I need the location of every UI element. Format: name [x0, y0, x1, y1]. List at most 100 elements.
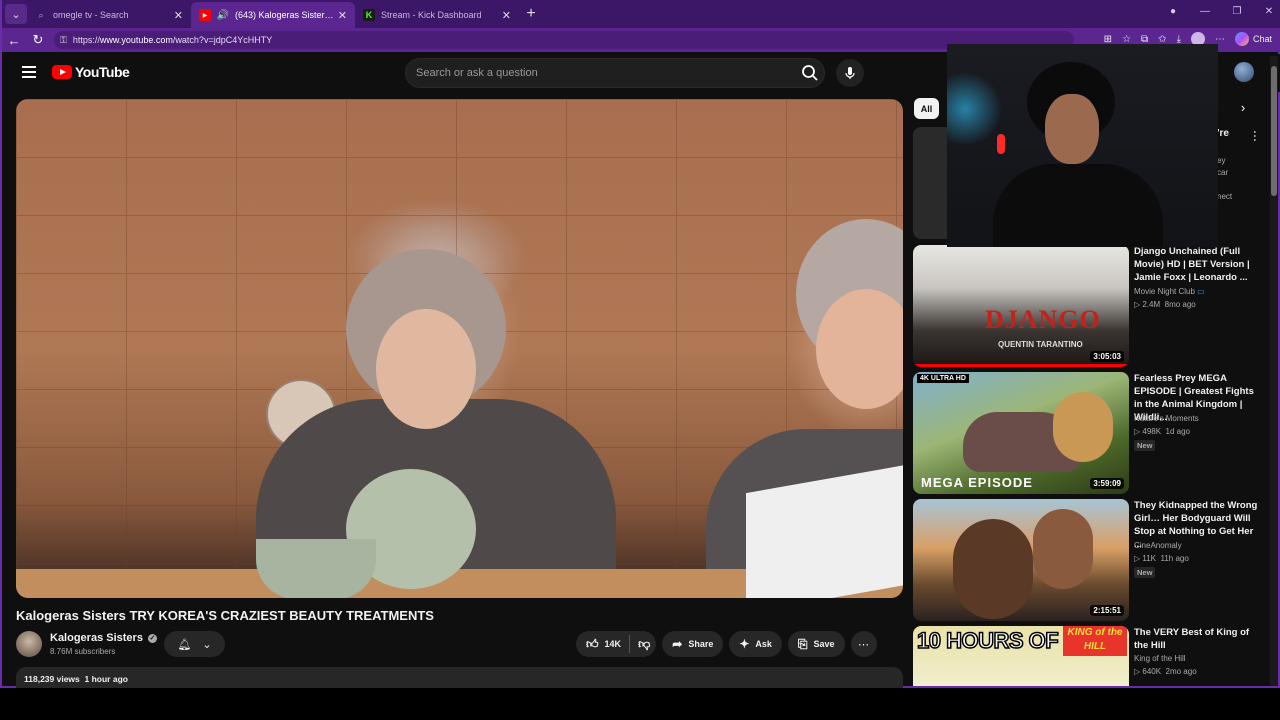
bookmark-icon: ⎘	[797, 636, 808, 651]
copilot-chat-button[interactable]: Chat	[1234, 32, 1272, 46]
recommendation-item[interactable]: 2:15:51 They Kidnapped the Wrong Girl… H…	[913, 499, 1258, 621]
video-thumbnail[interactable]: 4K ULTRA HD MEGA EPISODE 3:59:09	[913, 372, 1129, 494]
subscription-notifications-button[interactable]: 🔔︎ ⌄	[164, 631, 225, 657]
channel-avatar[interactable]	[16, 631, 42, 657]
recommendation-item[interactable]: 10 HOURS OF KING of the HILL The VERY Be…	[913, 626, 1258, 686]
search-button[interactable]	[796, 59, 824, 87]
tab-actions-menu[interactable]: ⌄	[5, 4, 27, 24]
search-input[interactable]: Search or ask a question	[405, 58, 825, 88]
video-thumbnail[interactable]: 2:15:51	[913, 499, 1129, 621]
tab-omegle-search[interactable]: ⌕ omegle tv - Search ✕	[27, 2, 191, 28]
recommendation-meta: ▷ 2.4M 8mo ago	[1134, 300, 1196, 309]
sparkle-icon: ✦	[739, 637, 750, 651]
microphone-icon	[845, 67, 855, 79]
tab-kick-dashboard[interactable]: K Stream - Kick Dashboard ✕	[355, 2, 519, 28]
page-scrollbar[interactable]	[1270, 56, 1278, 686]
new-badge: New	[1134, 567, 1156, 578]
upload-age: 11h ago	[1160, 554, 1189, 563]
favorites-icon[interactable]: ✩	[1158, 34, 1166, 45]
reload-icon[interactable]: ↻	[26, 32, 50, 48]
youtube-play-icon	[52, 65, 72, 79]
tab-youtube-video[interactable]: ▶ 🔊 (643) Kalogeras Sisters TRY KO ✕	[191, 2, 355, 28]
like-count[interactable]: 14K	[605, 639, 622, 649]
close-tab-icon[interactable]: ✕	[502, 9, 511, 22]
search-favicon-icon: ⌕	[38, 9, 44, 20]
thumbs-down-icon[interactable]: 👎︎	[638, 637, 650, 652]
lock-icon[interactable]: ⚿	[60, 35, 67, 46]
recommendation-meta: ▷ 498K 1d ago	[1134, 427, 1190, 436]
youtube-logo[interactable]: YouTube	[52, 64, 130, 80]
webcam-overlay	[947, 44, 1218, 247]
webcam-person-face	[1045, 94, 1099, 164]
new-tab-button[interactable]: +	[519, 5, 543, 23]
recommendation-channel[interactable]: Nature's Moments	[1134, 414, 1199, 423]
meta-line: car	[1217, 168, 1229, 177]
speaker-icon[interactable]: 🔊	[217, 9, 229, 21]
recommendation-title[interactable]: The VERY Best of King of the Hill	[1134, 626, 1258, 652]
scrollbar-thumb[interactable]	[1271, 66, 1277, 196]
url-field[interactable]: ⚿ https://www.youtube.com/watch?v=jdpC4Y…	[54, 31, 1074, 49]
share-arrow-icon: ➦	[672, 637, 683, 651]
maximize-icon[interactable]: ❐	[1230, 6, 1244, 17]
url-scheme: https://	[72, 35, 100, 45]
video-thumbnail[interactable]: DJANGO QUENTIN TARANTINO 3:05:03	[913, 245, 1129, 367]
share-button[interactable]: ➦ Share	[662, 631, 724, 657]
thumbnail-title-text: MEGA EPISODE	[921, 475, 1033, 490]
thumbnail-title-text: 10 HOURS OF	[916, 627, 1059, 654]
chevron-down-icon: ⌄	[202, 638, 212, 651]
minimize-icon[interactable]: —	[1198, 6, 1212, 17]
tv-icon: ▭	[1197, 287, 1205, 296]
meta-line	[1217, 179, 1232, 191]
recommendation-item[interactable]: 4K ULTRA HD MEGA EPISODE 3:59:09 Fearles…	[913, 372, 1258, 494]
save-button[interactable]: ⎘ Save	[787, 631, 845, 657]
view-count: 11K	[1142, 554, 1157, 563]
recommendation-item[interactable]: DJANGO QUENTIN TARANTINO 3:05:03 Django …	[913, 245, 1258, 367]
downloads-icon[interactable]: ⤓	[1177, 34, 1181, 45]
watch-progress-bar	[913, 364, 1129, 367]
thumbs-up-icon[interactable]: 👍︎	[586, 637, 599, 652]
meta-line: nect	[1217, 192, 1233, 201]
user-avatar[interactable]	[1234, 62, 1254, 82]
extensions-icon[interactable]: ⊞	[1104, 34, 1112, 45]
close-tab-icon[interactable]: ✕	[338, 9, 347, 22]
recommendation-title[interactable]: Django Unchained (Full Movie) HD | BET V…	[1134, 245, 1258, 284]
webcam-person-body	[993, 164, 1163, 247]
recommendation-meta: ▷ 11K 11h ago	[1134, 554, 1189, 563]
close-window-icon[interactable]: ✕	[1262, 6, 1276, 17]
url-host: www.youtube.com	[99, 35, 173, 45]
channel-name-row[interactable]: Kalogeras Sisters ✓	[50, 632, 157, 644]
profile-icon[interactable]: ●	[1166, 6, 1180, 17]
more-options-icon[interactable]: ⋯	[1215, 34, 1225, 45]
video-thumbnail[interactable]: 10 HOURS OF KING of the HILL	[913, 626, 1129, 686]
upload-age: 2mo ago	[1165, 667, 1197, 676]
channel-name[interactable]: Kalogeras Sisters	[50, 632, 143, 644]
thumbnail-lion	[1053, 392, 1113, 462]
thumbnail-subtitle-text: QUENTIN TARANTINO	[998, 340, 1083, 349]
chevron-down-icon: ⌄	[11, 8, 21, 21]
youtube-favicon-icon: ▶	[199, 9, 211, 21]
chat-label: Chat	[1252, 34, 1272, 44]
recommendation-channel[interactable]: King of the Hill	[1134, 654, 1186, 663]
thumbnail-actor	[953, 519, 1033, 619]
favorite-star-icon[interactable]: ☆	[1122, 34, 1131, 45]
close-tab-icon[interactable]: ✕	[174, 9, 183, 22]
more-actions-button[interactable]: ⋯	[850, 631, 877, 657]
upload-age: 8mo ago	[1164, 300, 1196, 309]
voice-search-button[interactable]	[836, 59, 864, 87]
collections-icon[interactable]: ⧉	[1141, 34, 1148, 45]
more-vertical-icon[interactable]: ⋯	[1248, 130, 1262, 142]
ask-label: Ask	[755, 639, 772, 649]
video-duration: 3:05:03	[1090, 351, 1124, 362]
description-box[interactable]: 118,239 views 1 hour ago	[16, 667, 903, 688]
video-player[interactable]	[16, 99, 903, 598]
verified-check-icon: ✓	[147, 633, 157, 643]
ask-button[interactable]: ✦ Ask	[729, 631, 782, 657]
copilot-icon	[1234, 32, 1249, 46]
recommendation-meta-partial: ey car nect	[1217, 155, 1232, 203]
recommendation-channel[interactable]: CineAnomaly	[1134, 541, 1182, 550]
chip-scroll-right-icon[interactable]: ›	[1234, 100, 1252, 120]
hamburger-menu-icon[interactable]	[22, 66, 36, 78]
recommendation-channel[interactable]: Movie Night Club ▭	[1134, 287, 1205, 296]
back-arrow-icon[interactable]: ←	[2, 33, 26, 48]
chip-all[interactable]: All	[914, 98, 939, 119]
